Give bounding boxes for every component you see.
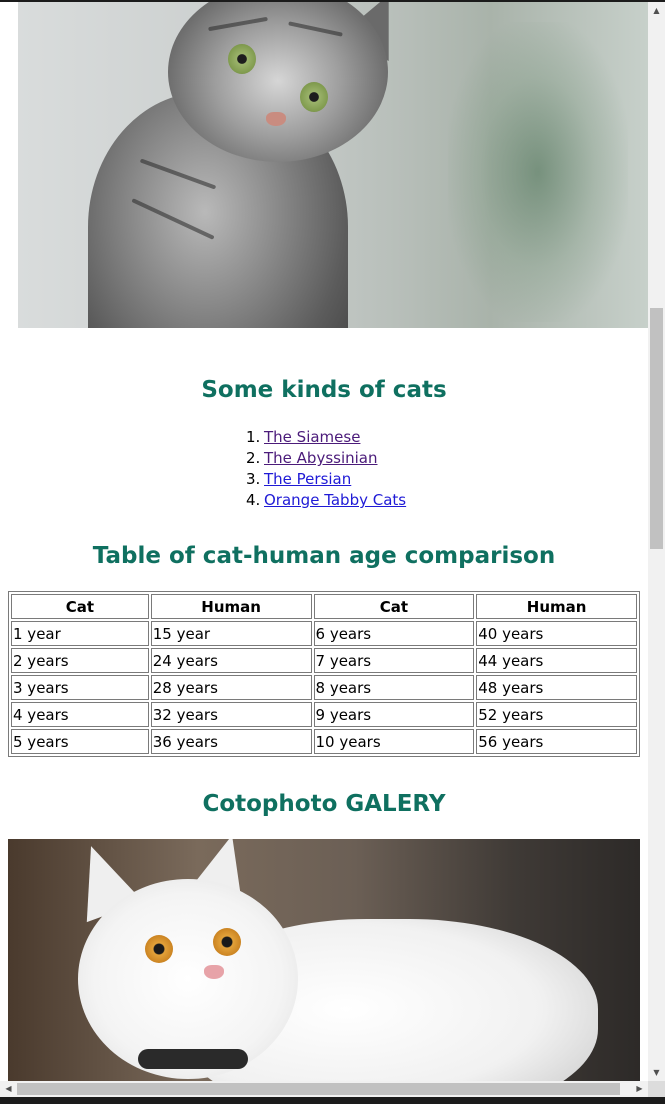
table-row: 3 years 28 years 8 years 48 years (11, 675, 637, 700)
list-number: 2. (246, 449, 261, 467)
white-cat-photo (8, 839, 640, 1081)
list-item: 4. Orange Tabby Cats (246, 490, 406, 511)
vertical-scroll-thumb[interactable] (650, 308, 663, 549)
column-header-cat: Cat (313, 594, 475, 619)
table-cell: 24 years (150, 648, 312, 673)
cat-collar (138, 1049, 248, 1069)
scroll-down-arrow-icon[interactable]: ▼ (648, 1064, 665, 1081)
table-header-row: Cat Human Cat Human (11, 594, 637, 619)
horizontal-scrollbar[interactable]: ◀ ▶ (0, 1081, 648, 1097)
scrollbar-corner (648, 1081, 665, 1097)
table-cell: 1 year (11, 621, 149, 646)
column-header-human: Human (476, 594, 637, 619)
table-cell: 6 years (313, 621, 475, 646)
cat-eye (300, 82, 328, 112)
tabby-cat-photo (18, 2, 648, 328)
list-number: 3. (246, 470, 261, 488)
table-cell: 40 years (476, 621, 637, 646)
table-cell: 44 years (476, 648, 637, 673)
table-cell: 15 year (150, 621, 312, 646)
list-number: 4. (246, 491, 261, 509)
kinds-heading: Some kinds of cats (201, 377, 447, 403)
link-orange-tabby[interactable]: Orange Tabby Cats (264, 491, 406, 509)
list-item: 3. The Persian (246, 469, 406, 490)
table-cell: 3 years (11, 675, 149, 700)
cat-nose (266, 112, 286, 126)
table-cell: 28 years (150, 675, 312, 700)
table-cell: 48 years (476, 675, 637, 700)
table-cell: 52 years (476, 702, 637, 727)
table-cell: 10 years (313, 729, 475, 754)
table-cell: 2 years (11, 648, 149, 673)
table-cell: 4 years (11, 702, 149, 727)
table-cell: 8 years (313, 675, 475, 700)
table-cell: 7 years (313, 648, 475, 673)
link-siamese[interactable]: The Siamese (264, 428, 360, 446)
list-number: 1. (246, 428, 261, 446)
link-persian[interactable]: The Persian (264, 470, 351, 488)
list-item: 1. The Siamese (246, 427, 406, 448)
list-item: 2. The Abyssinian (246, 448, 406, 469)
scroll-up-arrow-icon[interactable]: ▲ (648, 2, 665, 19)
column-header-human: Human (150, 594, 312, 619)
table-row: 4 years 32 years 9 years 52 years (11, 702, 637, 727)
table-cell: 5 years (11, 729, 149, 754)
link-abyssinian[interactable]: The Abyssinian (264, 449, 378, 467)
cat-eye (145, 935, 173, 963)
table-row: 2 years 24 years 7 years 44 years (11, 648, 637, 673)
vertical-scrollbar[interactable]: ▲ ▼ (648, 2, 665, 1081)
age-comparison-table: Cat Human Cat Human 1 year 15 year 6 yea… (8, 591, 640, 757)
cat-eye (228, 44, 256, 74)
table-cell: 56 years (476, 729, 637, 754)
cat-nose (204, 965, 224, 979)
window-bottom-border (0, 1097, 665, 1104)
cat-eye (213, 928, 241, 956)
gallery-heading: Cotophoto GALERY (202, 791, 446, 817)
table-heading: Table of cat-human age comparison (92, 543, 556, 569)
scroll-right-arrow-icon[interactable]: ▶ (631, 1081, 648, 1097)
table-cell: 36 years (150, 729, 312, 754)
table-row: 5 years 36 years 10 years 56 years (11, 729, 637, 754)
table-cell: 32 years (150, 702, 312, 727)
column-header-cat: Cat (11, 594, 149, 619)
scroll-left-arrow-icon[interactable]: ◀ (0, 1081, 17, 1097)
table-cell: 9 years (313, 702, 475, 727)
table-row: 1 year 15 year 6 years 40 years (11, 621, 637, 646)
background-plant-blur (448, 22, 628, 322)
horizontal-scroll-thumb[interactable] (17, 1083, 620, 1095)
cat-kinds-list: 1. The Siamese 2. The Abyssinian 3. The Per… (246, 427, 406, 511)
